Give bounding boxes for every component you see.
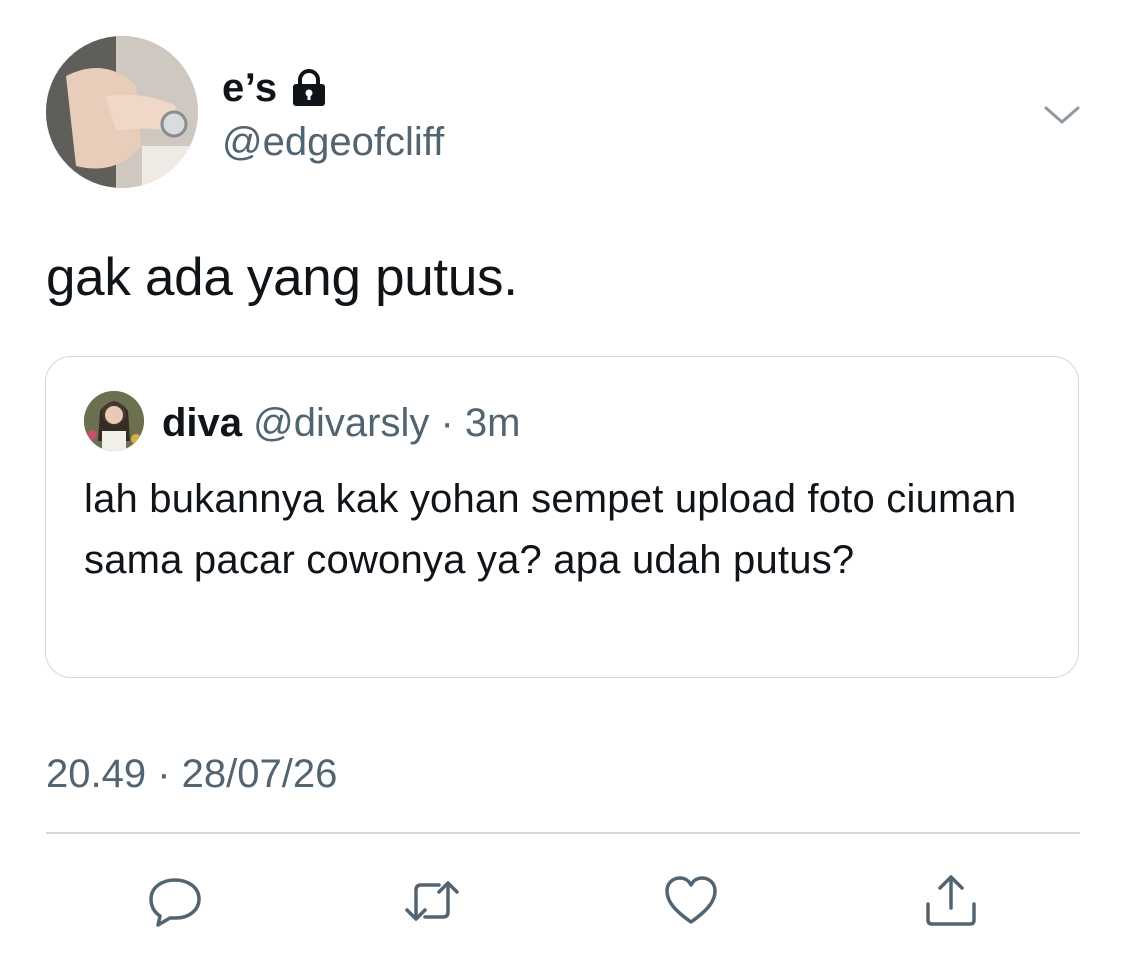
reply-button[interactable] [146,872,204,930]
lock-icon [292,69,325,106]
like-button[interactable] [662,872,720,930]
quoted-tweet-header: diva @divarsly · 3m [162,399,521,447]
divider [46,832,1080,834]
tweet-detail: e’s @edgeofcliff gak ada yang putus. div… [0,0,1125,967]
share-icon [926,875,976,926]
quoted-handle: @divarsly [253,401,430,445]
share-button[interactable] [922,872,980,930]
author-display-name[interactable]: e’s [222,64,278,112]
chevron-down-icon[interactable] [1042,96,1082,136]
quoted-display-name: diva [162,401,243,445]
retweet-icon [405,881,459,921]
quoted-separator: · [429,401,465,445]
tweet-text: gak ada yang putus. [46,248,518,307]
quoted-tweet-card[interactable]: diva @divarsly · 3m lah bukannya kak yoh… [45,356,1079,678]
heart-icon [665,876,717,924]
author-avatar[interactable] [46,36,198,188]
author-name-row: e’s [222,64,328,112]
retweet-button[interactable] [403,872,461,930]
quoted-author-avatar [84,391,144,451]
tweet-timestamp[interactable]: 20.49 · 28/07/26 [46,750,337,798]
quoted-tweet-text: lah bukannya kak yohan sempet upload fot… [84,477,1017,582]
author-handle[interactable]: @edgeofcliff [222,118,444,166]
quoted-age: 3m [464,401,521,445]
reply-icon [149,878,201,927]
